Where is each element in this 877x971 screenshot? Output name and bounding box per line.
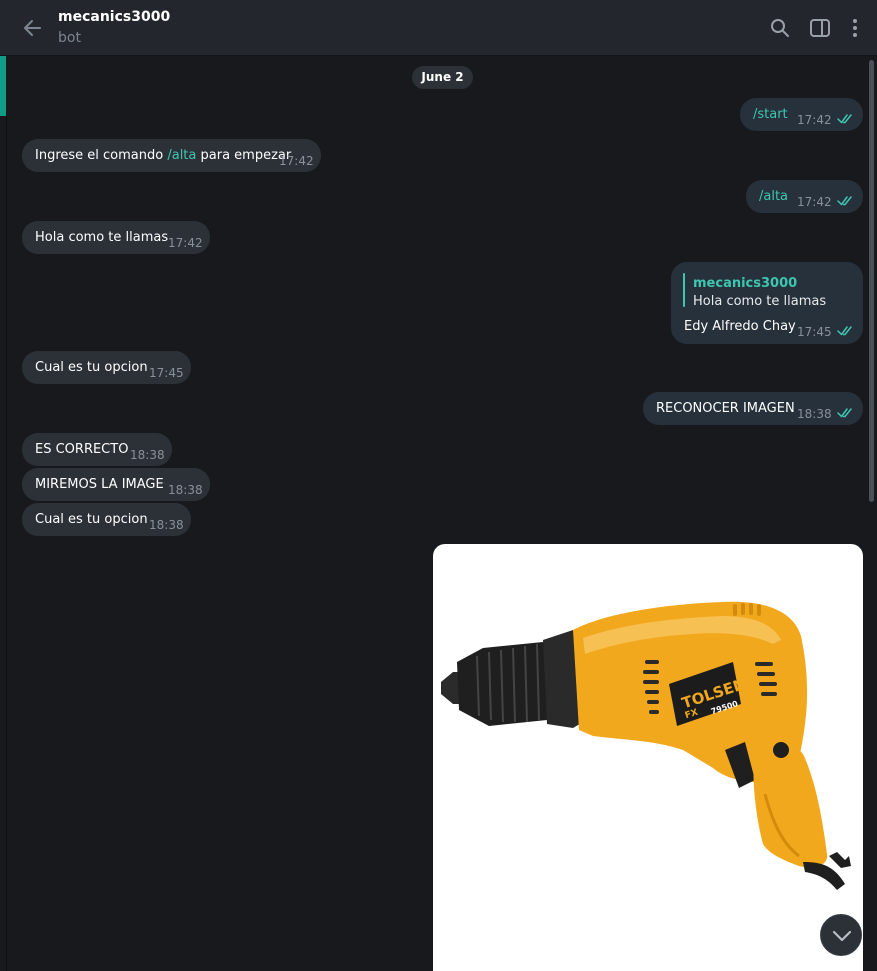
- message-text-part: para empezar: [196, 148, 292, 163]
- drill-image: TOLSEN FX 79500: [441, 601, 851, 890]
- message-incoming[interactable]: Hola como te llamas 17:42: [22, 221, 210, 254]
- chat-header: mecanics3000 bot: [0, 0, 877, 56]
- scrollbar[interactable]: [869, 60, 874, 502]
- double-check-icon: [837, 407, 855, 419]
- double-check-icon: [837, 113, 855, 125]
- message-time: 17:42: [797, 195, 832, 209]
- message-text[interactable]: /alta: [759, 189, 788, 205]
- message-text: MIREMOS LA IMAGE: [35, 477, 164, 492]
- chat-title[interactable]: mecanics3000: [58, 9, 170, 25]
- message-text: Hola como te llamas: [35, 230, 169, 245]
- message-incoming[interactable]: ES CORRECTO 18:38: [22, 433, 172, 466]
- message-incoming[interactable]: Cual es tu opcion 17:45: [22, 351, 191, 384]
- message-time: 18:38: [130, 448, 165, 462]
- panel-divider: [6, 116, 7, 971]
- message-text: Ingrese el comando /alta para empezar: [35, 148, 291, 164]
- message-incoming[interactable]: Cual es tu opcion 18:38: [22, 503, 191, 536]
- message-time: 17:42: [279, 154, 314, 168]
- date-divider: June 2: [412, 66, 473, 89]
- message-time: 17:42: [168, 236, 203, 250]
- message-time: 17:45: [797, 325, 832, 339]
- message-incoming[interactable]: MIREMOS LA IMAGE 18:38: [22, 468, 210, 501]
- chat-status: bot: [58, 30, 81, 46]
- message-time: 17:45: [149, 366, 184, 380]
- message-time: 18:38: [797, 407, 832, 421]
- message-text: ES CORRECTO: [35, 442, 129, 457]
- command-link[interactable]: /alta: [167, 148, 196, 163]
- double-check-icon: [837, 325, 855, 337]
- double-check-icon: [837, 195, 855, 207]
- message-text[interactable]: /start: [753, 107, 788, 123]
- message-time: 18:38: [168, 483, 203, 497]
- message-outgoing[interactable]: /start 17:42: [740, 98, 863, 131]
- message-outgoing-reply[interactable]: mecanics3000 Hola como te llamas Edy Alf…: [671, 262, 863, 344]
- message-incoming[interactable]: Ingrese el comando /alta para empezar 17…: [22, 139, 321, 172]
- scroll-to-bottom-button[interactable]: [820, 914, 862, 956]
- reply-quote-bar: [683, 273, 685, 307]
- active-chat-indicator: [0, 56, 6, 116]
- back-arrow-icon[interactable]: [20, 14, 46, 42]
- message-text: Cual es tu opcion: [35, 360, 148, 375]
- message-text: Cual es tu opcion: [35, 512, 148, 527]
- message-time: 17:42: [797, 113, 832, 127]
- message-text: Edy Alfredo Chay: [684, 319, 796, 334]
- reply-author[interactable]: mecanics3000: [693, 276, 797, 292]
- photo-message[interactable]: TOLSEN FX 79500: [433, 544, 863, 971]
- message-text-part: Ingrese el comando: [35, 148, 168, 163]
- sidebar-toggle-icon[interactable]: [808, 16, 832, 40]
- more-vertical-icon[interactable]: [843, 16, 867, 40]
- message-time: 18:38: [149, 518, 184, 532]
- message-outgoing[interactable]: /alta 17:42: [746, 180, 863, 213]
- chevron-down-icon: [832, 930, 852, 942]
- search-icon[interactable]: [768, 16, 792, 40]
- message-text: RECONOCER IMAGEN: [656, 401, 795, 416]
- reply-text[interactable]: Hola como te llamas: [693, 294, 826, 310]
- message-outgoing[interactable]: RECONOCER IMAGEN 18:38: [643, 392, 863, 425]
